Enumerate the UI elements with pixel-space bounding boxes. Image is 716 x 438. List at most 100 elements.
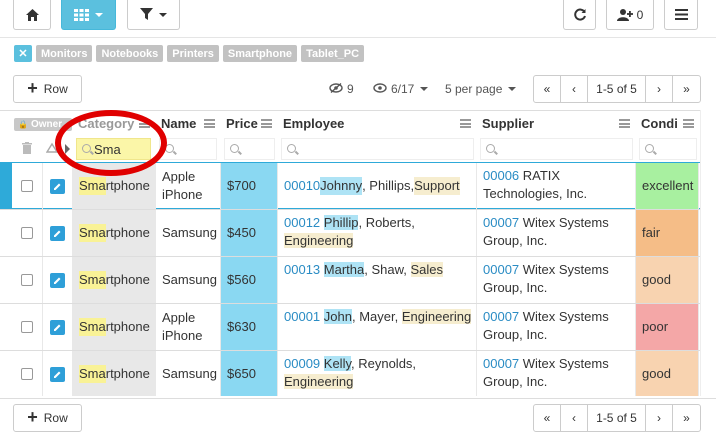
supplier-id-link[interactable]: 00007 (483, 215, 519, 230)
category-rest: rtphone (105, 366, 150, 381)
employee-department: Engineering (284, 374, 354, 389)
column-menu-icon[interactable] (204, 119, 215, 128)
edit-icon[interactable] (50, 272, 65, 288)
condition-filter-input[interactable] (639, 138, 697, 160)
condition-value: good (642, 272, 671, 287)
page-size-dropdown[interactable]: 5 per page (445, 82, 517, 96)
lock-icon: 🔒 (18, 120, 28, 129)
edit-icon[interactable] (50, 366, 65, 382)
price-value: $450 (227, 225, 256, 240)
tag-smartphone[interactable]: Smartphone (222, 45, 298, 62)
column-condition[interactable]: Condi (636, 111, 700, 136)
chevron-down-icon (508, 87, 517, 91)
category-cell: Sma rtphone (73, 210, 156, 256)
add-row-button-bottom[interactable]: + Row (13, 404, 82, 432)
visible-columns-dropdown[interactable]: 6/17 (373, 82, 429, 96)
hidden-columns-toggle[interactable]: 9 (329, 82, 354, 96)
category-match: Sma (79, 271, 106, 289)
row-checkbox-cell (12, 304, 43, 350)
trash-icon[interactable] (22, 142, 32, 157)
first-page-button[interactable]: « (534, 76, 561, 102)
employee-id-link[interactable]: 00012 (284, 215, 320, 230)
clear-tags-button[interactable]: ✕ (14, 45, 32, 62)
row-checkbox[interactable] (21, 274, 33, 286)
employee-first-name: Kelly (323, 356, 351, 371)
table-row[interactable]: Sma rtphone Apple iPhone $630 00001 John, Ma… (0, 303, 716, 350)
price-cell: $630 (221, 304, 278, 350)
view-grid-button[interactable] (61, 0, 116, 30)
row-checkbox[interactable] (21, 368, 33, 380)
annotation-circle (55, 110, 167, 176)
add-user-button[interactable]: 0 (606, 0, 654, 30)
employee-id-link[interactable]: 00010 (284, 177, 320, 195)
last-page-button[interactable]: » (673, 76, 700, 102)
edit-icon[interactable] (50, 225, 65, 241)
refresh-icon (573, 8, 587, 22)
pagination: « ‹ 1-5 of 5 › » (533, 75, 701, 103)
supplier-id-link[interactable]: 00007 (483, 356, 519, 371)
row-checkbox[interactable] (21, 321, 33, 333)
price-cell: $450 (221, 210, 278, 256)
price-value: $650 (227, 366, 256, 381)
next-page-button[interactable]: › (646, 76, 673, 102)
prev-page-button[interactable]: ‹ (561, 405, 588, 431)
table-row[interactable]: Sma rtphone Samsung $450 00012 Phillip, Robe… (0, 209, 716, 256)
condition-cell: good (636, 257, 699, 303)
edit-icon[interactable] (50, 319, 65, 335)
tag-monitors[interactable]: Monitors (36, 45, 93, 62)
menu-button[interactable] (664, 0, 698, 30)
tag-tablet-pc[interactable]: Tablet_PC (301, 45, 365, 62)
column-name[interactable]: Name (156, 111, 221, 136)
last-page-button[interactable]: » (673, 405, 700, 431)
employee-id-link[interactable]: 00009 (284, 356, 320, 371)
column-menu-icon[interactable] (460, 119, 471, 128)
price-filter-input[interactable] (224, 138, 275, 160)
first-page-button[interactable]: « (534, 405, 561, 431)
price-value: $630 (227, 319, 256, 334)
column-supplier[interactable]: Supplier (477, 111, 636, 136)
employee-cell: 00009 Kelly, Reynolds, Engineering (278, 351, 477, 396)
add-row-button[interactable]: + Row (13, 75, 82, 103)
employee-id-link[interactable]: 00001 (284, 309, 320, 324)
filter-button[interactable] (127, 0, 180, 30)
row-edit-cell (43, 304, 73, 350)
employee-last-name: , Mayer, (351, 309, 402, 324)
row-checkbox[interactable] (21, 227, 33, 239)
table-row[interactable]: Sma rtphone Samsung $650 00009 Kelly, Reynol… (0, 350, 716, 396)
name-filter-input[interactable] (159, 138, 217, 160)
column-menu-icon[interactable] (683, 119, 694, 128)
supplier-id-link[interactable]: 00006 (483, 168, 519, 183)
category-tag-bar: ✕ Monitors Notebooks Printers Smartphone… (14, 45, 365, 63)
page-size-label: 5 per page (445, 82, 503, 96)
supplier-id-link[interactable]: 00007 (483, 262, 519, 277)
column-employee[interactable]: Employee (278, 111, 477, 136)
row-checkbox[interactable] (21, 180, 33, 192)
column-menu-icon[interactable] (619, 119, 630, 128)
employee-filter-input[interactable] (281, 138, 474, 160)
table-row[interactable]: Sma rtphone Samsung $560 00013 Martha, Shaw,… (0, 256, 716, 303)
prev-page-button[interactable]: ‹ (561, 76, 588, 102)
employee-last-name: , Phillips, (362, 178, 415, 193)
supplier-id-link[interactable]: 00007 (483, 309, 519, 324)
employee-id-link[interactable]: 00013 (284, 262, 320, 277)
chevron-down-icon (159, 12, 167, 17)
visible-columns-count: 6/17 (391, 82, 415, 96)
row-checkbox-cell (12, 210, 43, 256)
supplier-cell: 00007 Witex Systems Group, Inc. (477, 351, 636, 396)
next-page-button[interactable]: › (646, 405, 673, 431)
edit-icon[interactable] (50, 178, 65, 194)
top-pager: + Row 9 6/17 5 per page « ‹ 1-5 of 5 › » (0, 70, 716, 110)
vertical-scrollbar[interactable] (700, 110, 716, 396)
condition-header-label: Condi (641, 116, 678, 131)
tag-printers[interactable]: Printers (167, 45, 219, 62)
home-button[interactable] (13, 0, 51, 30)
selected-row-indicator (0, 163, 12, 209)
employee-department: Sales (410, 262, 444, 277)
refresh-button[interactable] (563, 0, 596, 30)
supplier-filter-input[interactable] (480, 138, 633, 160)
category-cell: Sma rtphone (73, 257, 156, 303)
column-menu-icon[interactable] (261, 119, 272, 128)
column-price[interactable]: Price (221, 111, 278, 136)
supplier-header-label: Supplier (482, 116, 535, 131)
tag-notebooks[interactable]: Notebooks (96, 45, 164, 62)
